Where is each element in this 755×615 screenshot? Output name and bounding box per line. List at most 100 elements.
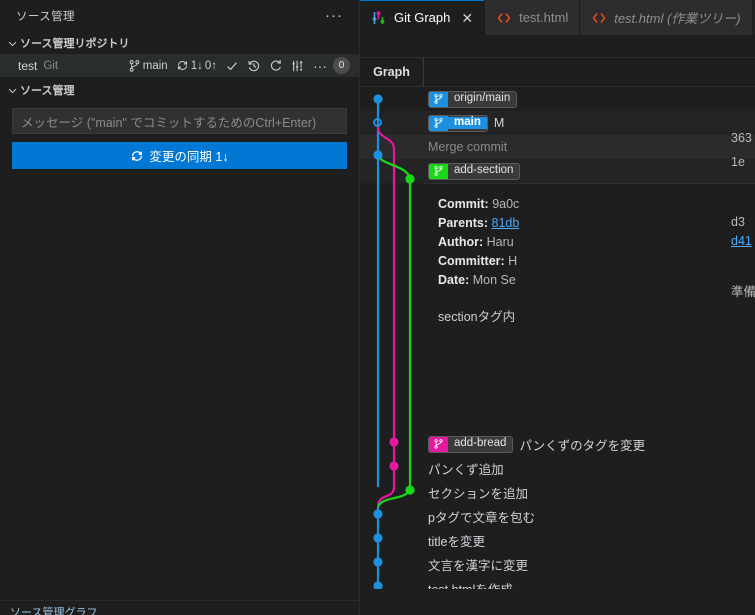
tab-label: Git Graph (394, 10, 451, 25)
repo-toolbar: main 1↓ 0↑ ··· 0 (126, 57, 359, 74)
html-icon (591, 10, 607, 26)
breadcrumb (360, 35, 755, 57)
commit-message-placeholder: メッセージ ("main" でコミットするためのCtrl+Enter) (21, 115, 317, 130)
view-as-tree-icon[interactable] (289, 58, 307, 74)
ref-tag-origin-main[interactable]: origin/main (428, 90, 518, 108)
list-item[interactable]: add-bread パンくずのタグを変更 (428, 432, 645, 456)
parents-label: Parents: (438, 216, 489, 230)
divider (424, 183, 755, 184)
ref-tag-add-bread[interactable]: add-bread (428, 435, 514, 453)
git-graph-icon (371, 10, 387, 26)
commit-message: M (493, 116, 505, 130)
git-graph-table-header: Graph (360, 57, 755, 87)
author-label: Author: (438, 235, 484, 249)
repository-row[interactable]: test Git main 1↓ 0↑ ··· 0 (0, 54, 359, 77)
tab-label: test.html (519, 10, 569, 25)
sync-incoming: 1↓ (190, 59, 203, 72)
list-item[interactable]: titleを変更 (428, 528, 485, 552)
commit-message: pタグで文章を包む (428, 510, 535, 525)
branch-icon (429, 91, 448, 107)
list-item[interactable]: 文言を漢字に変更 (428, 552, 528, 576)
repo-more-icon[interactable]: ··· (311, 59, 329, 73)
list-item[interactable]: セクションを追加 (428, 480, 528, 504)
more-icon[interactable]: ··· (321, 8, 347, 23)
branch-icon (429, 115, 448, 131)
column-header-description (424, 57, 755, 87)
tab-bar: Git Graph ✕ test.html test.html (作業ツリー) (360, 0, 755, 35)
commit-message: test.htmlを作成 (428, 579, 513, 590)
history-icon[interactable] (245, 58, 263, 74)
check-icon[interactable] (223, 58, 241, 74)
sync-changes-button[interactable]: 変更の同期 1↓ (12, 142, 347, 169)
commit-message: パンくずのタグを変更 (519, 438, 646, 453)
git-graph-body: origin/main main M Merge commit add-sect… (360, 87, 755, 589)
commit-message: 文言を漢字に変更 (428, 558, 529, 573)
divider (0, 600, 359, 601)
date-label: Date: (438, 273, 470, 287)
committer-value: H (508, 254, 518, 268)
tab-label: test.html (作業ツリー) (614, 11, 741, 26)
committer-label: Committer: (438, 254, 505, 268)
sidebar-header: ソース管理 ··· (0, 0, 359, 32)
ref-tag-main[interactable]: main (428, 114, 488, 132)
close-icon[interactable]: ✕ (461, 11, 473, 25)
sync-button-label: 変更の同期 1↓ (149, 150, 229, 164)
branch-label: main (142, 59, 168, 72)
chevron-down-icon (4, 35, 20, 51)
commit-message: Merge commit (428, 140, 508, 154)
page-title: ソース管理 (16, 11, 75, 23)
list-item[interactable]: add-section (428, 159, 521, 183)
obscured-text-fragment: 準備 (731, 285, 755, 299)
source-control-sidebar: ソース管理 ··· ソース管理リポジトリ test Git main 1↓ 0↑… (0, 0, 360, 615)
tab-test-html[interactable]: test.html (485, 0, 581, 35)
commit-graph-lines (373, 94, 415, 589)
list-item[interactable]: Merge commit (428, 135, 507, 159)
ref-tag-label: origin/main (454, 92, 511, 105)
commit-message: パンくず追加 (428, 462, 504, 477)
obscured-text-fragment: 363 (731, 131, 752, 145)
ref-tag-label: add-bread (454, 437, 507, 450)
branch-icon (429, 436, 448, 452)
branch-icon[interactable]: main (126, 58, 170, 74)
commit-message: titleを変更 (428, 534, 485, 549)
head-commit-dot (373, 118, 382, 127)
vscode-window: ソース管理 ··· ソース管理リポジトリ test Git main 1↓ 0↑… (0, 0, 755, 615)
date-value: Mon Se (472, 273, 516, 287)
sidebar-bottom-section-label: ソース管理グラフ (10, 607, 98, 615)
list-item[interactable]: test.htmlを作成 (428, 576, 513, 590)
sync-changes-icon[interactable]: 1↓ 0↑ (174, 58, 219, 73)
sync-icon (130, 149, 144, 163)
obscured-link-fragment[interactable]: d41 (731, 234, 752, 248)
commit-body: sectionタグ内 (438, 310, 516, 324)
branch-icon (429, 163, 448, 179)
section-source-control-repositories[interactable]: ソース管理リポジトリ (0, 32, 359, 54)
commit-hash: 9a0c (492, 197, 520, 211)
section-label: ソース管理リポジトリ (20, 38, 130, 50)
tab-git-graph[interactable]: Git Graph ✕ (360, 0, 486, 35)
repo-name: test (18, 58, 38, 73)
commit-message-input[interactable]: メッセージ ("main" でコミットするためのCtrl+Enter) (12, 108, 347, 134)
section-source-control[interactable]: ソース管理 (0, 79, 359, 101)
list-item[interactable]: pタグで文章を包む (428, 504, 535, 528)
changes-count-badge: 0 (333, 57, 350, 74)
column-header-graph: Graph (360, 57, 424, 87)
obscured-text-fragment: 1e (731, 155, 745, 169)
obscured-text-fragment: d3 (731, 215, 745, 229)
parent-hash-link[interactable]: 81db (492, 216, 520, 230)
editor-area: Git Graph ✕ test.html test.html (作業ツリー) (360, 0, 755, 615)
commit-message: セクションを追加 (428, 486, 529, 501)
tab-test-html-working-tree[interactable]: test.html (作業ツリー) (580, 0, 753, 35)
list-item[interactable]: origin/main (428, 87, 518, 111)
ref-tag-label: add-section (454, 164, 514, 177)
author-value: Haru (486, 235, 514, 249)
ref-tag-add-section[interactable]: add-section (428, 162, 521, 180)
html-icon (496, 10, 512, 26)
section-label: ソース管理 (20, 85, 75, 97)
repo-kind: Git (43, 59, 59, 72)
sync-outgoing: 0↑ (204, 59, 217, 72)
ref-tag-label: main (448, 117, 487, 129)
list-item[interactable]: パンくず追加 (428, 456, 504, 480)
refresh-icon[interactable] (267, 58, 285, 74)
chevron-down-icon (4, 82, 20, 98)
list-item[interactable]: main M (428, 111, 504, 135)
